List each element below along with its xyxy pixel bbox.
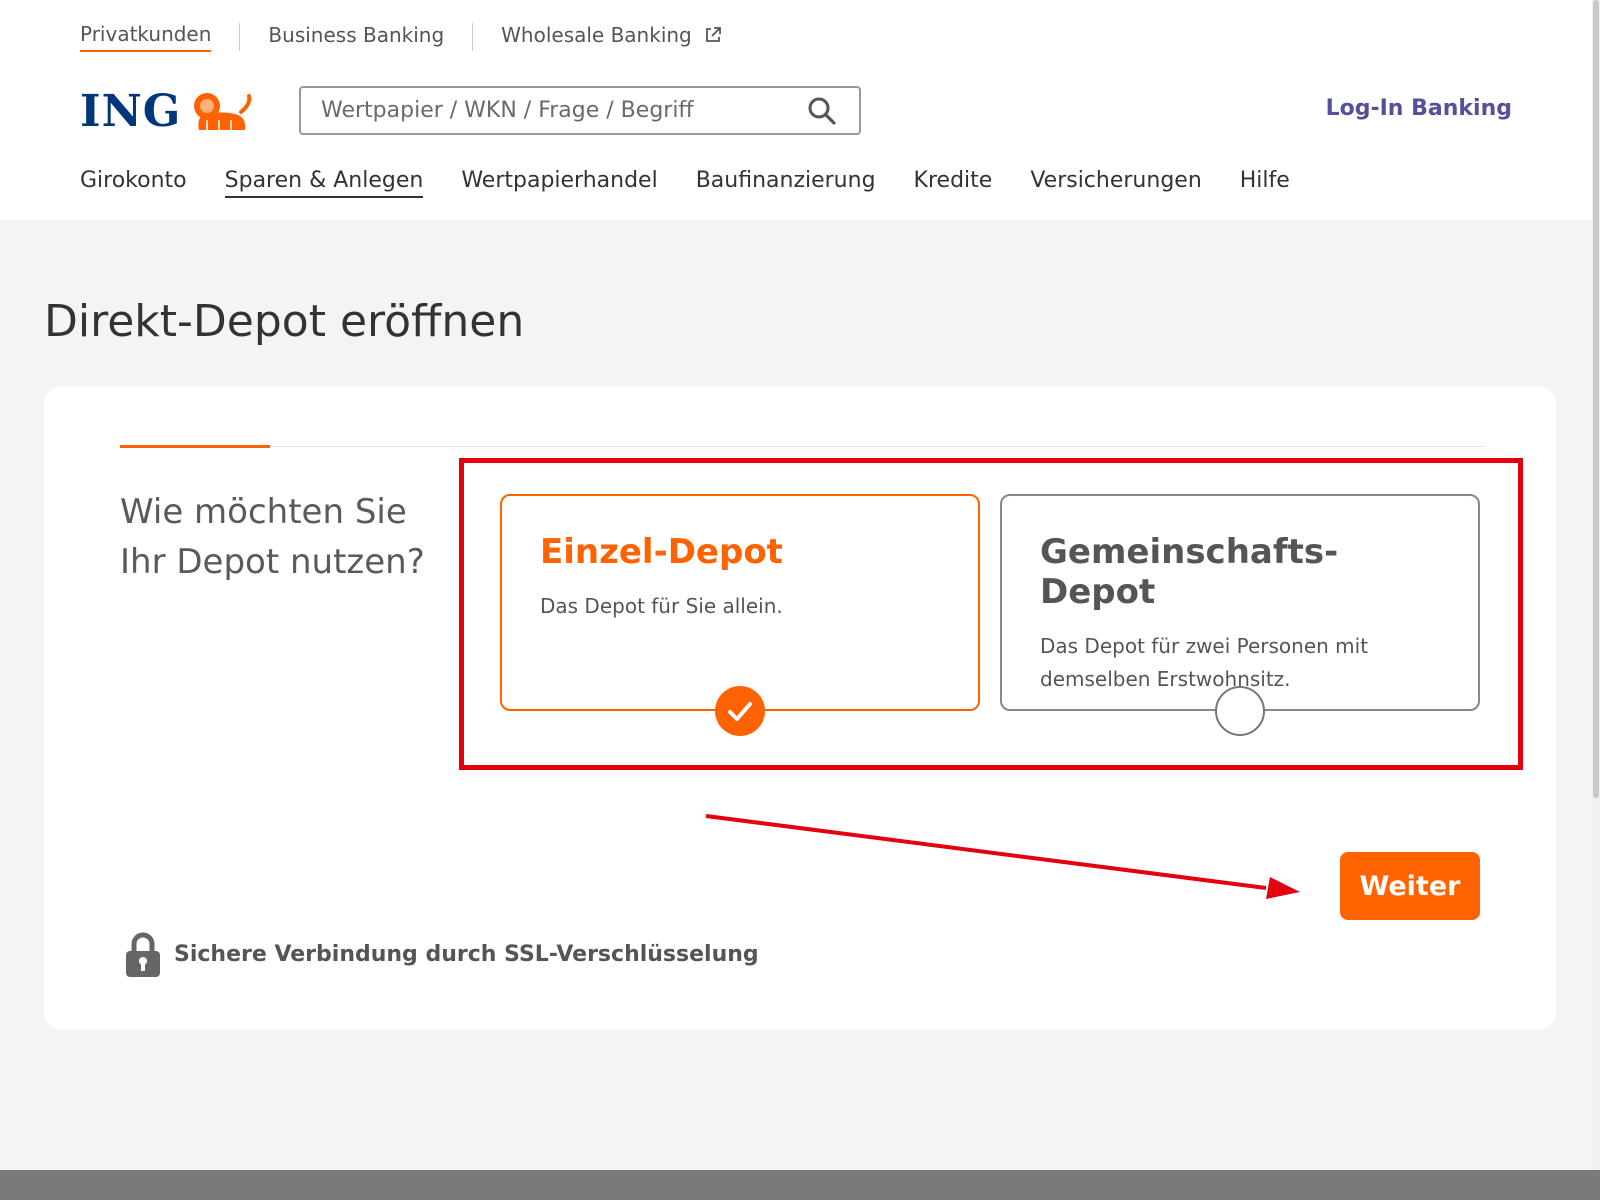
weiter-button[interactable]: Weiter xyxy=(1340,852,1480,920)
login-banking-link[interactable]: Log-In Banking xyxy=(1326,96,1512,121)
segment-business-banking[interactable]: Business Banking xyxy=(268,23,444,51)
external-link-icon xyxy=(706,27,722,42)
scrollbar-thumb[interactable] xyxy=(1593,0,1599,798)
lock-icon xyxy=(126,932,160,977)
main-nav: Girokonto Sparen & Anlegen Wertpapierhan… xyxy=(80,168,1290,198)
nav-item-baufinanzierung[interactable]: Baufinanzierung xyxy=(696,168,876,198)
nav-item-hilfe[interactable]: Hilfe xyxy=(1240,168,1290,198)
segment-privatkunden[interactable]: Privatkunden xyxy=(80,22,212,52)
nav-item-girokonto[interactable]: Girokonto xyxy=(80,168,187,198)
lion-logo-icon xyxy=(194,92,252,130)
segment-wholesale-label: Wholesale Banking xyxy=(501,23,692,47)
search-input[interactable] xyxy=(321,88,801,133)
segment-wholesale-banking[interactable]: Wholesale Banking xyxy=(501,23,722,51)
ssl-note: Sichere Verbindung durch SSL-Verschlüsse… xyxy=(124,930,759,978)
nav-item-sparen-anlegen[interactable]: Sparen & Anlegen xyxy=(224,168,424,198)
ing-logo[interactable]: ING xyxy=(80,86,255,137)
nav-item-versicherungen[interactable]: Versicherungen xyxy=(1030,168,1201,198)
logo-text: ING xyxy=(80,86,182,137)
segment-divider xyxy=(239,23,241,51)
scrollbar[interactable] xyxy=(1592,0,1600,1170)
depot-form-card: Wie möchten Sie Ihr Depot nutzen? Einzel… xyxy=(44,387,1556,1029)
page-title: Direkt-Depot eröffnen xyxy=(44,296,525,347)
footer-bar xyxy=(0,1170,1600,1200)
ssl-note-text: Sichere Verbindung durch SSL-Verschlüsse… xyxy=(174,941,759,967)
search-box xyxy=(299,86,861,135)
nav-item-wertpapierhandel[interactable]: Wertpapierhandel xyxy=(461,168,657,198)
segment-nav: Privatkunden Business Banking Wholesale … xyxy=(80,22,722,52)
nav-item-kredite[interactable]: Kredite xyxy=(914,168,993,198)
segment-divider xyxy=(472,23,474,51)
search-icon[interactable] xyxy=(807,96,837,126)
site-header: Privatkunden Business Banking Wholesale … xyxy=(0,0,1592,220)
